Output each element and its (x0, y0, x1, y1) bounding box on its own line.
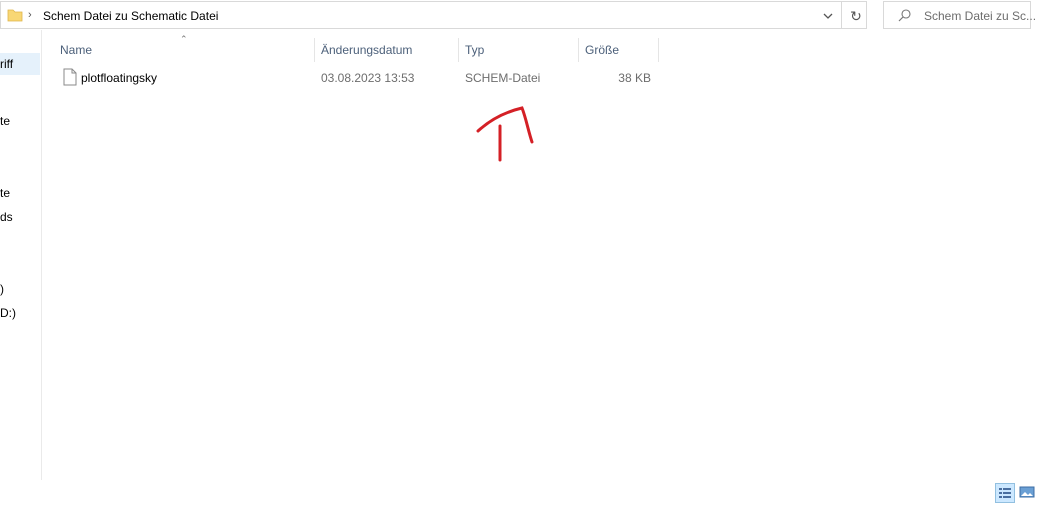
nav-item[interactable]: ds (0, 210, 13, 224)
large-icons-view-button[interactable] (1018, 483, 1038, 503)
nav-item-drive[interactable]: ) (0, 282, 4, 296)
address-bar[interactable]: › Schem Datei zu Schematic Datei ↻ (0, 1, 867, 29)
column-separator[interactable] (658, 38, 659, 62)
column-header-name[interactable]: Name (60, 38, 310, 62)
search-icon (898, 8, 912, 25)
annotation-arrow (476, 106, 534, 162)
file-type: SCHEM-Datei (465, 71, 541, 85)
column-separator[interactable] (578, 38, 579, 62)
file-icon (63, 68, 77, 89)
navigation-pane: riff te te ds ) D:) (0, 30, 42, 480)
nav-item[interactable]: te (0, 186, 10, 200)
chevron-right-icon[interactable]: › (28, 9, 32, 21)
file-date: 03.08.2023 13:53 (321, 71, 415, 85)
nav-item-drive[interactable]: D:) (0, 306, 16, 320)
large-icons-view-icon (1019, 486, 1035, 498)
nav-item[interactable]: te (0, 114, 10, 128)
address-separator (841, 2, 842, 28)
refresh-icon[interactable]: ↻ (846, 6, 866, 26)
address-path[interactable]: Schem Datei zu Schematic Datei (43, 9, 218, 23)
column-separator[interactable] (458, 38, 459, 62)
column-header-date[interactable]: Änderungsdatum (321, 38, 455, 62)
nav-item-quick-access[interactable]: riff (0, 53, 40, 75)
column-header-size[interactable]: Größe (585, 38, 655, 62)
chevron-down-icon[interactable] (819, 7, 837, 25)
folder-icon (7, 8, 23, 25)
file-size: 38 KB (618, 71, 651, 85)
column-separator[interactable] (314, 38, 315, 62)
details-view-icon (999, 488, 1011, 498)
file-name[interactable]: plotfloatingsky (81, 71, 157, 85)
details-view-button[interactable] (995, 483, 1015, 503)
search-box[interactable]: Schem Datei zu Sc... (883, 1, 1036, 29)
column-header-type[interactable]: Typ (465, 38, 575, 62)
search-input[interactable]: Schem Datei zu Sc... (924, 9, 1036, 23)
file-row[interactable]: plotfloatingsky 03.08.2023 13:53 SCHEM-D… (58, 67, 658, 89)
